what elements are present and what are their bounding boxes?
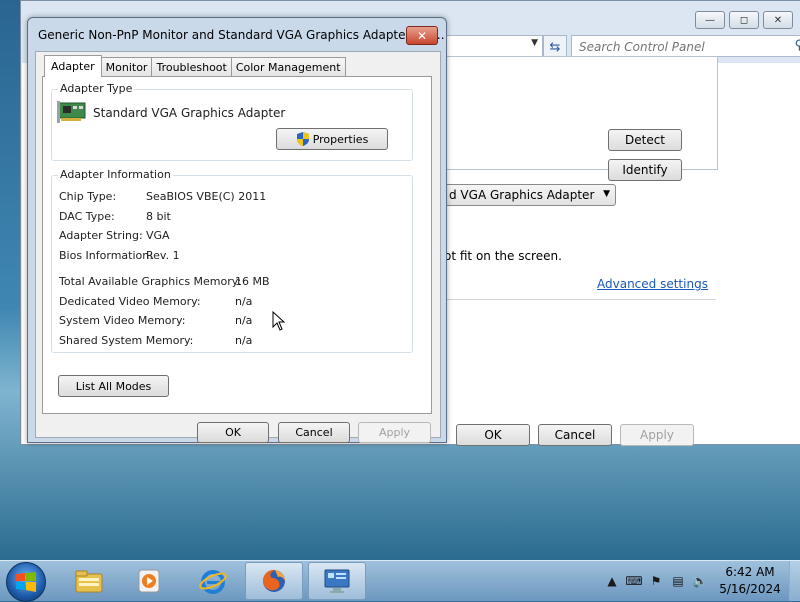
system-memory-value: n/a [235, 314, 253, 327]
search-box[interactable]: ⚲ [571, 35, 800, 57]
windows-logo-icon [16, 572, 36, 592]
advanced-settings-link[interactable]: Advanced settings [597, 277, 708, 291]
chevron-down-icon[interactable]: ▼ [531, 38, 538, 48]
taskbar: ▲ ⌨ ⚑ ▤ 🔈 6:42 AM 5/16/2024 [0, 560, 800, 602]
shared-memory-label: Shared System Memory: [59, 334, 194, 347]
bios-info-label: Bios Information: [59, 249, 153, 262]
chip-type-label: Chip Type: [59, 190, 117, 203]
adapter-info-group: Adapter Information Chip Type: SeaBIOS V… [51, 168, 413, 353]
window-caption-buttons: — ◻ ✕ [695, 11, 793, 29]
shared-memory-value: n/a [235, 334, 253, 347]
chip-type-value: SeaBIOS VBE(C) 2011 [146, 190, 267, 203]
adapter-info-legend: Adapter Information [58, 168, 173, 181]
identify-button[interactable]: Identify [608, 159, 682, 181]
show-desktop-button[interactable] [789, 561, 800, 601]
resolution-warning-text: ot fit on the screen. [444, 249, 562, 263]
bg-ok-button[interactable]: OK [456, 424, 530, 446]
properties-label: Properties [312, 132, 369, 146]
search-input[interactable] [577, 37, 781, 57]
dac-type-value: 8 bit [146, 210, 171, 223]
graphics-card-icon [57, 101, 86, 123]
monitor-preview-box [444, 56, 718, 170]
adapter-name: Standard VGA Graphics Adapter [93, 106, 286, 120]
clock-date: 5/16/2024 [719, 582, 781, 596]
properties-button[interactable]: Properties [276, 128, 388, 150]
uac-shield-icon [296, 132, 309, 146]
taskbar-firefox[interactable] [245, 562, 303, 600]
adapter-tab-panel: Adapter Type Standard VGA Graphics Adapt… [42, 76, 432, 414]
clock-time: 6:42 AM [725, 565, 775, 579]
dialog-title: Generic Non-PnP Monitor and Standard VGA… [38, 28, 445, 42]
total-memory-value: 16 MB [235, 275, 270, 288]
network-icon[interactable]: ▤ [670, 573, 686, 589]
system-tray: ▲ ⌨ ⚑ ▤ 🔈 6:42 AM 5/16/2024 [601, 561, 800, 601]
apply-button[interactable]: Apply [358, 422, 431, 443]
adapter-properties-dialog: Generic Non-PnP Monitor and Standard VGA… [27, 17, 447, 443]
adapter-type-group: Adapter Type Standard VGA Graphics Adapt… [51, 82, 413, 161]
bg-cancel-button[interactable]: Cancel [538, 424, 612, 446]
tab-troubleshoot[interactable]: Troubleshoot [151, 57, 232, 77]
dedicated-memory-value: n/a [235, 295, 253, 308]
firefox-icon [263, 569, 285, 592]
file-explorer-icon [75, 570, 103, 593]
minimize-button[interactable]: — [695, 11, 725, 29]
chevron-down-icon: ▼ [603, 189, 610, 199]
tab-color-management[interactable]: Color Management [230, 57, 346, 77]
taskbar-internet-explorer[interactable] [184, 562, 242, 600]
dac-type-label: DAC Type: [59, 210, 115, 223]
control-panel-icon [324, 569, 350, 593]
action-center-flag-icon[interactable]: ⚑ [648, 573, 664, 589]
maximize-button[interactable]: ◻ [729, 11, 759, 29]
taskbar-media-player[interactable] [120, 562, 178, 600]
show-hidden-icons-icon[interactable]: ▲ [604, 573, 620, 589]
taskbar-explorer[interactable] [60, 562, 118, 600]
keyboard-icon[interactable]: ⌨ [625, 573, 642, 589]
adapter-string-label: Adapter String: [59, 229, 143, 242]
media-player-icon [138, 569, 160, 593]
close-button[interactable]: ✕ [763, 11, 793, 29]
cancel-button[interactable]: Cancel [278, 422, 350, 443]
display-select[interactable]: d VGA Graphics Adapter ▼ [444, 184, 616, 206]
divider [444, 299, 716, 300]
list-all-modes-button[interactable]: List All Modes [58, 375, 169, 397]
dialog-body: Adapter Monitor Troubleshoot Color Manag… [35, 51, 441, 443]
volume-muted-icon[interactable]: 🔈 [692, 573, 708, 589]
system-memory-label: System Video Memory: [59, 314, 186, 327]
adapter-type-legend: Adapter Type [58, 82, 135, 95]
dedicated-memory-label: Dedicated Video Memory: [59, 295, 201, 308]
search-icon[interactable]: ⚲ [794, 38, 800, 53]
taskbar-control-panel[interactable] [308, 562, 366, 600]
start-button[interactable] [6, 562, 46, 602]
close-icon[interactable]: ✕ [406, 26, 438, 45]
ok-button[interactable]: OK [197, 422, 269, 443]
internet-explorer-icon [199, 570, 227, 594]
clock[interactable]: 6:42 AM 5/16/2024 [711, 564, 789, 598]
mouse-cursor-icon [272, 311, 286, 331]
tab-monitor[interactable]: Monitor [100, 57, 153, 77]
tab-adapter[interactable]: Adapter [44, 55, 102, 77]
tab-strip: Adapter Monitor Troubleshoot Color Manag… [44, 55, 346, 77]
bg-apply-button[interactable]: Apply [620, 424, 694, 446]
total-memory-label: Total Available Graphics Memory: [59, 275, 242, 288]
detect-button[interactable]: Detect [608, 129, 682, 151]
bios-info-value: Rev. 1 [146, 249, 180, 262]
adapter-string-value: VGA [146, 229, 170, 242]
display-select-value: d VGA Graphics Adapter [449, 188, 595, 202]
